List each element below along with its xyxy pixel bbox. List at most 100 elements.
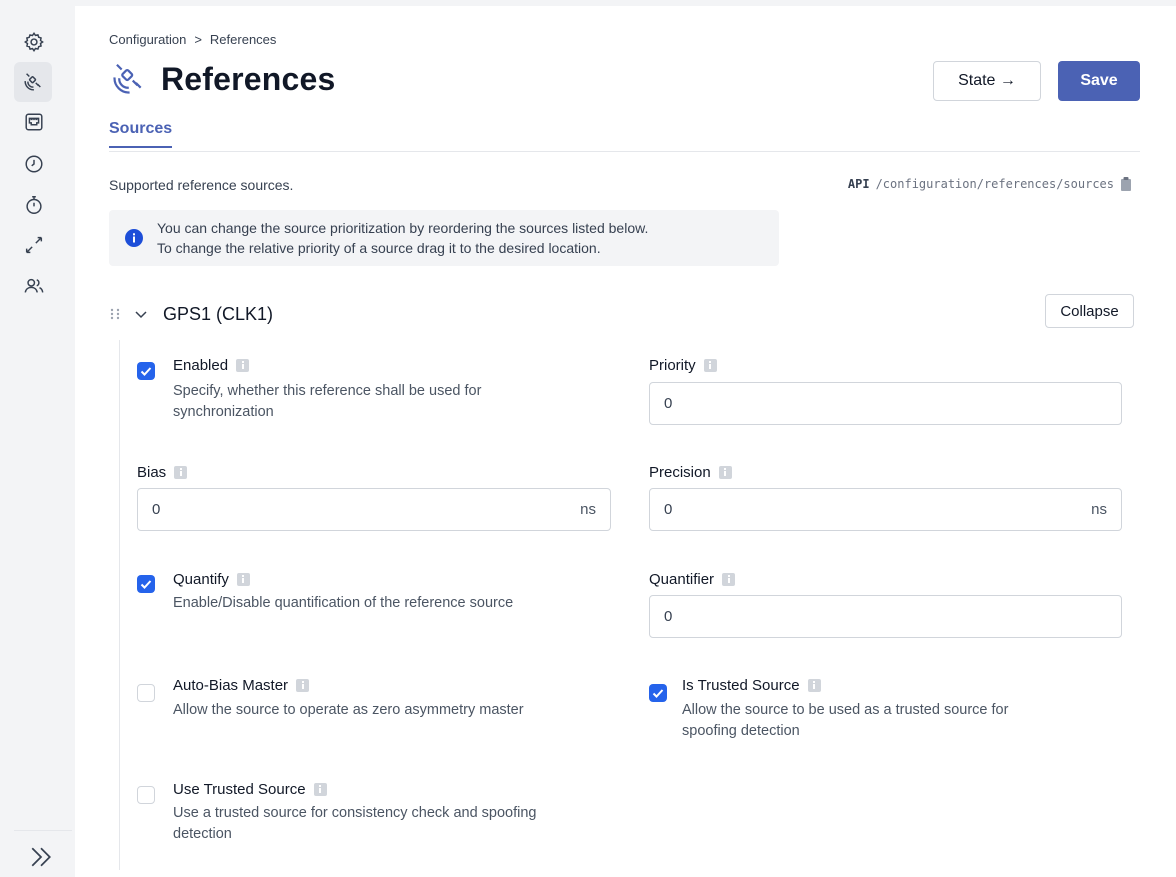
info-hint-icon[interactable] [722,573,736,586]
use-trusted-source-checkbox[interactable] [137,786,155,804]
info-hint-icon[interactable] [174,466,188,479]
bias-label-text: Bias [137,464,167,481]
auto-bias-master-help-line-1: Allow the source to operate as zero asym… [173,702,524,718]
stopwatch-icon [26,196,42,214]
info-hint-icon[interactable] [236,359,250,372]
priority-label-text: Priority [649,357,696,374]
bias-value: 0 [152,501,161,518]
check-icon [140,580,152,589]
ethernet-port-icon [25,113,43,131]
auto-bias-master-checkbox[interactable] [137,684,155,702]
bias-unit: ns [580,501,596,518]
expand-arrows-icon [25,236,43,254]
check-icon [140,367,152,376]
enabled-help-line-2: synchronization [173,404,274,420]
clock-icon [25,155,43,173]
precision-unit: ns [1091,501,1107,518]
priority-input[interactable]: 0 [649,382,1122,425]
double-chevron-right-icon [31,847,51,867]
auto-bias-master-label-text: Auto-Bias Master [173,677,289,694]
use-trusted-source-label-text: Use Trusted Source [173,781,306,798]
sidebar-expand-button[interactable] [26,842,56,872]
state-button[interactable]: State → [933,61,1041,101]
source-header: GPS1 (CLK1) [109,294,1140,334]
info-box: You can change the source prioritization… [109,210,779,266]
priority-label: Priority [649,357,717,374]
info-line-2: To change the relative priority of a sou… [157,240,601,256]
info-icon [125,229,143,247]
clipboard-icon[interactable] [1120,177,1132,191]
quantifier-input[interactable]: 0 [649,595,1122,638]
nav-users[interactable] [18,270,50,302]
api-tag: API [847,177,870,191]
nav-time[interactable] [18,148,50,180]
quantifier-value: 0 [664,608,673,625]
gear-icon [24,32,44,53]
quantify-help-line-1: Enable/Disable quantification of the ref… [173,595,514,611]
priority-value: 0 [664,395,673,412]
info-hint-icon[interactable] [807,679,821,692]
title-row: References [109,60,336,98]
nav-timer[interactable] [18,189,50,221]
nav-network[interactable] [18,106,50,138]
breadcrumb: Configuration > References [109,32,276,47]
quantifier-label: Quantifier [649,571,736,588]
check-icon [652,689,664,698]
is-trusted-source-help-line-1: Allow the source to be used as a trusted… [682,702,1009,718]
nav-configuration[interactable] [18,26,50,58]
quantifier-label-text: Quantifier [649,571,715,588]
nav-references[interactable] [14,62,52,102]
breadcrumb-root[interactable]: Configuration [109,32,186,47]
satellite-icon [24,73,41,91]
is-trusted-source-label-text: Is Trusted Source [682,677,800,694]
is-trusted-source-help: Allow the source to be used as a trusted… [682,700,1008,742]
precision-input[interactable]: 0 ns [649,488,1122,531]
breadcrumb-separator: > [194,32,202,47]
sources-description: Supported reference sources. [109,177,294,193]
enabled-help: Specify, whether this reference shall be… [173,381,481,423]
app-root: Configuration > References References St… [0,0,1176,877]
info-hint-icon[interactable] [296,679,310,692]
quantify-label: Quantify [173,571,250,588]
info-hint-icon[interactable] [703,359,717,372]
breadcrumb-current: References [209,32,277,47]
use-trusted-source-help-line-2: detection [173,826,232,842]
is-trusted-source-help-line-2: spoofing detection [682,723,800,739]
auto-bias-master-help: Allow the source to operate as zero asym… [173,700,524,721]
tab-sources[interactable]: Sources [109,120,173,148]
tab-divider [109,151,1140,152]
sidebar [0,0,75,877]
source-body-line [119,340,120,870]
auto-bias-master-label: Auto-Bias Master [173,677,310,694]
use-trusted-source-label: Use Trusted Source [173,781,327,798]
quantify-help: Enable/Disable quantification of the ref… [173,593,513,614]
precision-label: Precision [649,464,732,481]
main-panel: Configuration > References References St… [75,6,1176,877]
quantify-label-text: Quantify [173,571,229,588]
api-path: /configuration/references/sources [875,177,1114,191]
precision-value: 0 [664,501,673,518]
precision-label-text: Precision [649,464,711,481]
info-hint-icon[interactable] [313,783,327,796]
sidebar-divider [14,830,72,831]
info-hint-icon[interactable] [236,573,250,586]
is-trusted-source-checkbox[interactable] [649,684,667,702]
collapse-button[interactable]: Collapse [1045,294,1134,328]
nav-io[interactable] [18,229,50,261]
enabled-label-text: Enabled [173,357,229,374]
chevron-down-icon[interactable] [133,306,149,322]
info-text: You can change the source prioritization… [157,218,648,258]
is-trusted-source-label: Is Trusted Source [682,677,821,694]
drag-handle-icon[interactable] [109,306,121,322]
bias-input[interactable]: 0 ns [137,488,611,531]
enabled-help-line-1: Specify, whether this reference shall be… [173,383,482,399]
use-trusted-source-help-line-1: Use a trusted source for consistency che… [173,805,537,821]
enabled-label: Enabled [173,357,250,374]
save-button[interactable]: Save [1058,61,1140,101]
use-trusted-source-help: Use a trusted source for consistency che… [173,803,537,845]
enabled-checkbox[interactable] [137,362,155,380]
quantify-checkbox[interactable] [137,575,155,593]
bias-label: Bias [137,464,188,481]
info-hint-icon[interactable] [718,466,732,479]
source-title[interactable]: GPS1 (CLK1) [163,304,273,325]
